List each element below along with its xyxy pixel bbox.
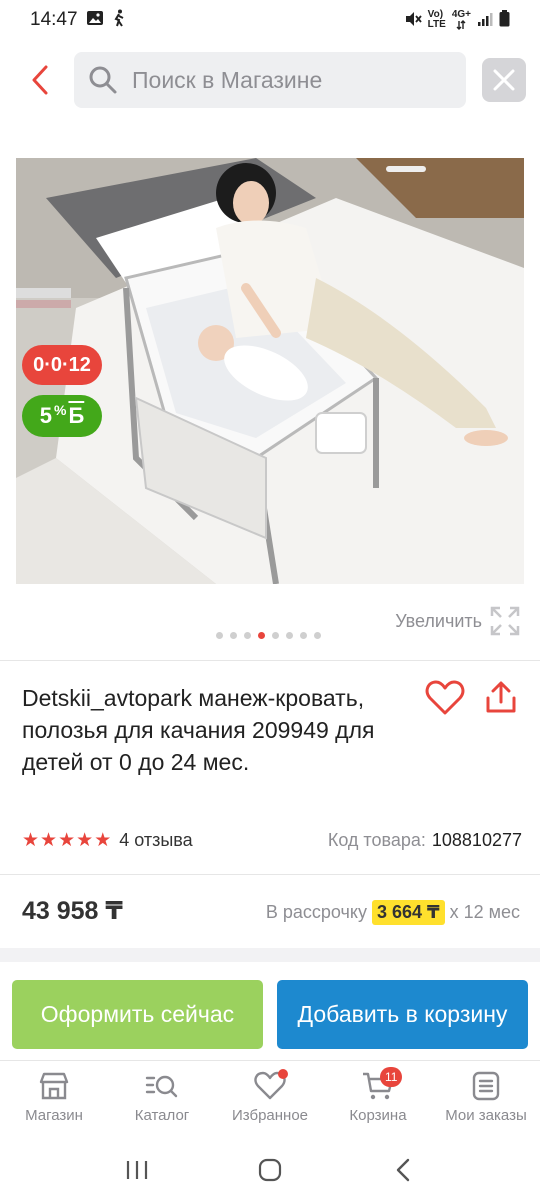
pagination-dot[interactable] (216, 632, 223, 639)
shop-icon (39, 1072, 69, 1100)
sku-value: 108810277 (431, 829, 522, 850)
orders-icon (472, 1071, 500, 1101)
signal-icon (477, 11, 493, 30)
tab-shop[interactable]: Магазин (0, 1061, 108, 1140)
divider (0, 660, 540, 661)
installment-amount: 3 664 ₸ (372, 900, 445, 925)
section-separator (0, 948, 540, 962)
share-button[interactable] (483, 680, 519, 716)
zoom-label: Увеличить (395, 610, 482, 631)
installment-prefix: В рассрочку (265, 902, 367, 922)
bonus-currency: Б (68, 403, 85, 428)
star-icon: ★ (58, 829, 76, 851)
close-icon (493, 69, 515, 91)
age-badge: 0·0·12 (22, 345, 102, 385)
rating-stars: ★ ★ ★ ★ ★ (22, 829, 111, 852)
catalog-icon (145, 1075, 178, 1098)
recent-apps-icon (126, 1161, 147, 1179)
search-icon (89, 66, 117, 94)
system-navigation-bar (0, 1140, 540, 1200)
cart-count-badge: 11 (380, 1067, 403, 1087)
installment-suffix: x 12 мес (449, 902, 520, 922)
tab-catalog[interactable]: Каталог (108, 1061, 216, 1140)
tab-cart[interactable]: 11 Корзина (324, 1061, 432, 1140)
add-to-cart-button[interactable]: Добавить в корзину (277, 980, 528, 1049)
product-price: 43 958 ₸ (22, 897, 123, 925)
recent-apps-button[interactable] (117, 1150, 157, 1190)
pagination-dot[interactable] (314, 632, 321, 639)
star-icon: ★ (94, 829, 112, 851)
tab-orders[interactable]: Мои заказы (432, 1061, 540, 1140)
search-input[interactable] (132, 66, 452, 94)
bottom-tab-bar: Магазин Каталог Избранное 11 Корзина Мои… (0, 1060, 540, 1140)
pagination-dot[interactable] (272, 632, 279, 639)
back-arrow-icon (397, 1158, 410, 1182)
rating-row: ★ ★ ★ ★ ★ 4 отзыва Код товара: 108810277 (22, 828, 522, 852)
top-bar (0, 50, 540, 110)
tab-label: Избранное (231, 1107, 309, 1124)
volte-indicator: Vo) LTE (427, 9, 446, 30)
tab-label: Мои заказы (445, 1107, 527, 1124)
gallery-notification-icon (86, 10, 104, 31)
star-icon: ★ (22, 829, 40, 851)
heart-icon (425, 680, 465, 715)
gallery-pagination (216, 632, 321, 639)
product-title: Detskii_avtopark манеж-кровать, полозья … (22, 685, 375, 775)
sku: Код товара: 108810277 (328, 830, 522, 851)
bonus-value: 5 (39, 403, 52, 428)
pagination-dot[interactable] (286, 632, 293, 639)
star-icon: ★ (76, 829, 94, 851)
reviews-link[interactable]: 4 отзыва (119, 830, 192, 851)
expand-icon (490, 606, 520, 636)
status-time: 14:47 (30, 9, 78, 30)
tab-label: Корзина (349, 1107, 407, 1124)
pagination-dot[interactable] (230, 632, 237, 639)
divider (0, 874, 540, 875)
close-button[interactable] (482, 58, 526, 102)
battery-icon (499, 10, 510, 30)
search-bar[interactable] (74, 52, 466, 108)
back-button[interactable] (22, 62, 58, 98)
bonus-badge: 5 % Б (22, 395, 102, 437)
star-icon: ★ (40, 829, 58, 851)
tab-label: Магазин (25, 1107, 83, 1124)
zoom-button[interactable]: Увеличить (395, 606, 520, 636)
bonus-percent: % (53, 402, 67, 418)
tab-favorites[interactable]: Избранное (216, 1061, 324, 1140)
share-icon (486, 681, 516, 713)
data-indicator: 4G+ (452, 10, 471, 30)
sku-label: Код товара: (327, 829, 426, 850)
pagination-dot[interactable] (244, 632, 251, 639)
pagination-dot[interactable] (258, 632, 265, 639)
system-back-button[interactable] (383, 1150, 423, 1190)
chevron-left-icon (32, 65, 48, 95)
tab-label: Каталог (134, 1107, 190, 1124)
status-bar: 14:47 Vo) LTE 4G+ (0, 0, 540, 40)
buy-now-button[interactable]: Оформить сейчас (12, 980, 263, 1049)
mute-icon (404, 11, 422, 30)
installment-info[interactable]: В рассрочку 3 664 ₸ x 12 мес (266, 900, 520, 925)
notification-dot (278, 1069, 288, 1079)
favorite-button[interactable] (425, 680, 465, 716)
walking-notification-icon (112, 9, 126, 32)
home-icon (258, 1158, 282, 1182)
home-button[interactable] (250, 1150, 290, 1190)
pagination-dot[interactable] (300, 632, 307, 639)
